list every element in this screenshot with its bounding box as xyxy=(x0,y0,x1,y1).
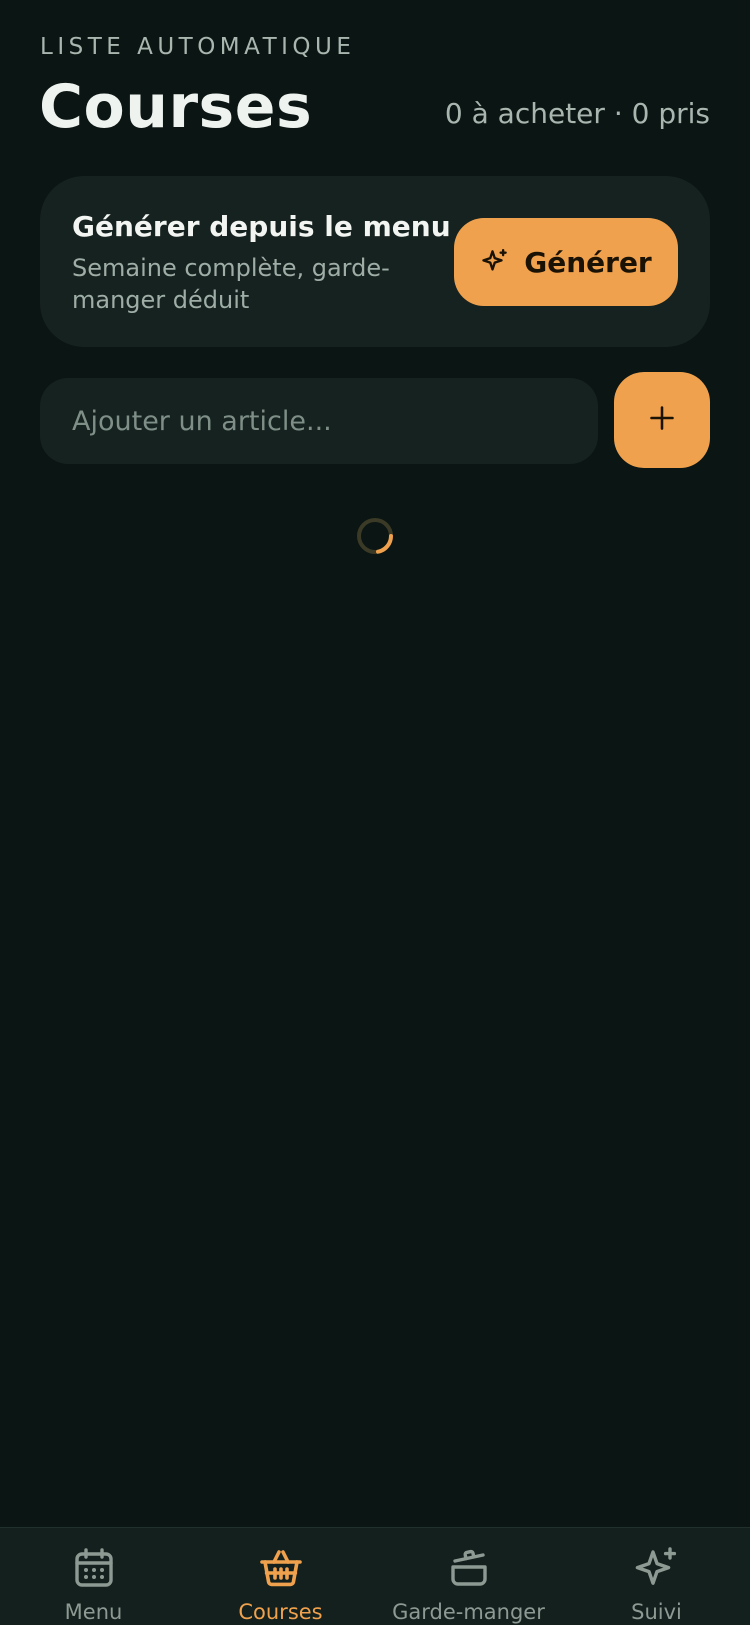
sparkles-icon xyxy=(635,1547,676,1585)
tab-label: Menu xyxy=(64,1600,123,1624)
item-counts: 0 à acheter · 0 pris xyxy=(444,97,710,130)
calendar-icon xyxy=(74,1548,113,1587)
generate-from-menu-card: Générer depuis le menu Semaine complète,… xyxy=(40,176,710,347)
courses-screen: LISTE AUTOMATIQUE Courses 0 à acheter · … xyxy=(0,0,750,1625)
generate-card-subtitle: Semaine complète, garde-manger déduit xyxy=(72,254,390,314)
page-title: Courses xyxy=(39,72,313,142)
basket-icon xyxy=(259,1550,302,1587)
tab-label: Courses xyxy=(238,1600,323,1624)
tab-suivi[interactable]: Suivi xyxy=(563,1528,750,1625)
add-item-button[interactable] xyxy=(614,372,710,468)
loading-spinner xyxy=(357,518,393,554)
generate-button-label: Générer xyxy=(524,245,652,279)
sparkles-icon xyxy=(480,247,510,277)
page-eyebrow: LISTE AUTOMATIQUE xyxy=(40,34,356,60)
generate-card-title: Générer depuis le menu xyxy=(72,210,451,243)
generate-button[interactable]: Générer xyxy=(454,218,678,306)
tab-menu[interactable]: Menu xyxy=(0,1528,187,1625)
add-item-input[interactable] xyxy=(40,378,598,464)
tab-garde-manger[interactable]: Garde-manger xyxy=(375,1528,562,1625)
tab-label: Garde-manger xyxy=(392,1600,545,1624)
bottom-tab-bar: Menu Courses Garde-manger Suivi xyxy=(0,1527,750,1625)
tab-courses[interactable]: Courses xyxy=(187,1528,374,1625)
plus-icon xyxy=(648,404,676,436)
pot-icon xyxy=(450,1549,487,1586)
tab-label: Suivi xyxy=(631,1600,682,1624)
